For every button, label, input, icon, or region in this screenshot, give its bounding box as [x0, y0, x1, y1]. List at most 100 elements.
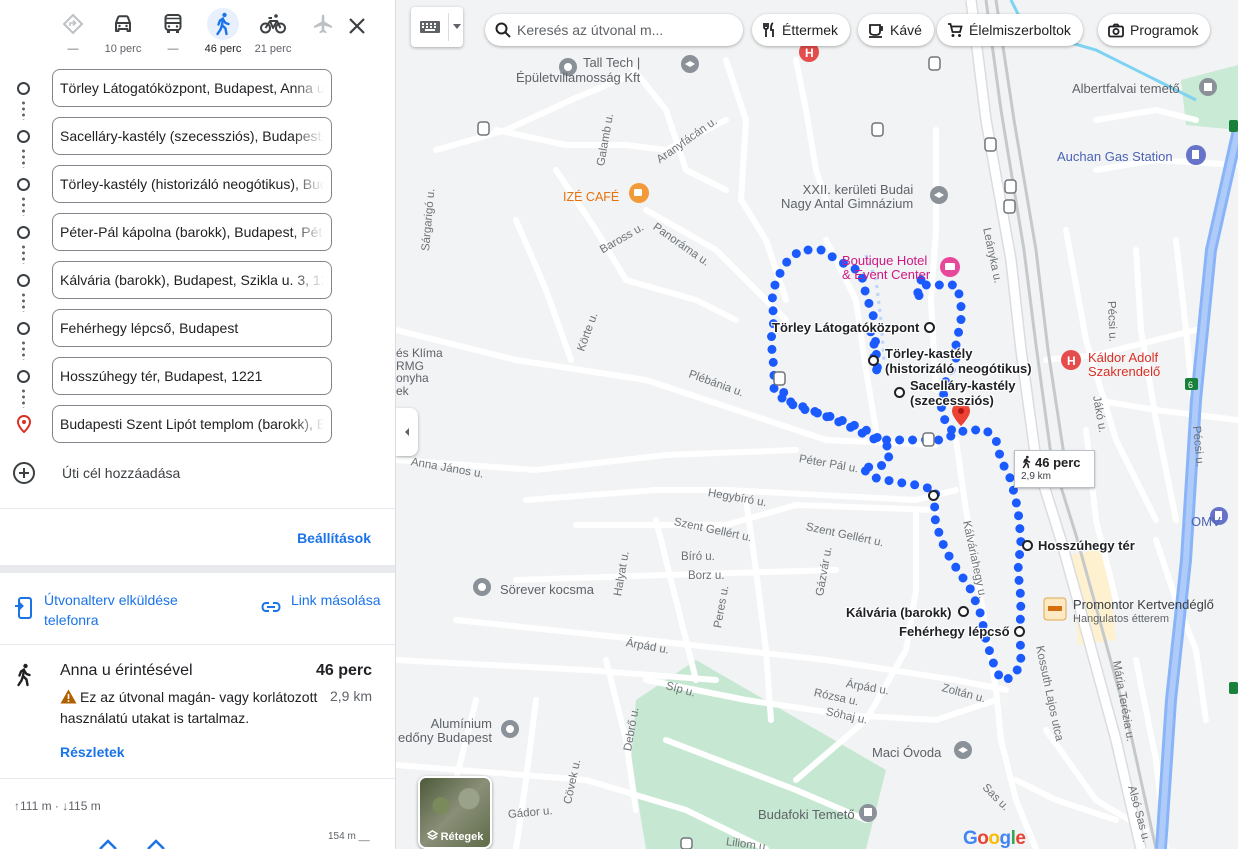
mode-walking[interactable]: 46 perc [198, 8, 248, 55]
poi-label: Maci Óvoda [872, 745, 942, 760]
route-warning-text: Ez az útvonal magán- vagy korlátozott ha… [60, 689, 318, 726]
details-link[interactable]: Részletek [60, 744, 125, 760]
diamond-route-icon [57, 8, 89, 40]
poi-label: Budafoki Temető [758, 807, 855, 822]
svg-text:H: H [805, 46, 814, 60]
mode-transit[interactable]: — [148, 8, 198, 55]
chip-things-to-do[interactable]: Programok [1098, 14, 1211, 46]
waypoint-row: Péter-Pál kápolna (barokk), Budapest, Pé… [0, 212, 395, 264]
chip-coffee[interactable]: Kávé [858, 14, 934, 46]
link-icon [261, 602, 281, 612]
travel-mode-bar: — 10 perc — 46 perc 21 perc [48, 8, 373, 58]
elevation-summary: ↑111 m · ↓115 m [14, 799, 101, 813]
settings-link[interactable]: Beállítások [297, 530, 371, 546]
waypoint-row: Fehérhegy lépcső, Budapest [0, 308, 395, 360]
waypoint-marker[interactable] [924, 322, 935, 333]
waypoint-marker[interactable] [1022, 540, 1033, 551]
waypoint-marker[interactable] [958, 606, 969, 617]
route-time-callout[interactable]: 46 perc 2,9 km [1014, 450, 1095, 488]
warning-icon [60, 689, 77, 704]
street-label: Pécsi u. [1105, 300, 1119, 343]
waypoint-label: Hosszúhegy tér [1038, 538, 1135, 553]
waypoint-circle-icon [17, 322, 30, 335]
waypoint-circle-icon [17, 370, 30, 383]
close-icon[interactable] [345, 14, 369, 38]
mode-cycling[interactable]: 21 perc [248, 8, 298, 55]
waypoint-input[interactable]: Hosszúhegy tér, Budapest, 1221 [52, 357, 332, 395]
coffee-icon [869, 24, 883, 38]
directions-panel: — 10 perc — 46 perc 21 perc Törley Látog… [0, 0, 396, 849]
copy-link-button[interactable]: Link másolása [260, 590, 381, 618]
waypoint-marker[interactable] [868, 355, 879, 366]
map-base-layer: H H 6 [396, 0, 1238, 849]
search-input[interactable] [517, 22, 717, 38]
google-logo: Google [963, 828, 1026, 849]
cart-icon [948, 23, 963, 37]
elevation-chart [99, 839, 165, 849]
search-along-route[interactable] [485, 14, 743, 46]
mode-driving[interactable]: 10 perc [98, 8, 148, 55]
input-tools-button[interactable] [411, 7, 463, 47]
waypoint-label: Sacelláry-kastély (szecessziós) [910, 378, 1016, 408]
divider [0, 778, 395, 779]
search-icon [495, 22, 511, 38]
chip-restaurants[interactable]: Éttermek [752, 14, 851, 46]
waypoint-circle-icon [17, 274, 30, 287]
camera-icon [1108, 23, 1124, 37]
svg-text:H: H [1067, 354, 1076, 368]
poi-label: és Klíma RMG onyha ek [396, 346, 443, 398]
car-icon [107, 8, 139, 40]
keyboard-icon [420, 21, 440, 33]
mode-walking-time: 46 perc [204, 43, 242, 55]
copy-link-label: Link másolása [291, 592, 381, 608]
poi-label: XXII. kerületi Budai Nagy Antal Gimnáziu… [781, 182, 914, 211]
waypoint-input[interactable]: Kálvária (barokk), Budapest, Szikla u. 3… [52, 261, 332, 299]
poi-label: Promontor Kertvendéglő [1073, 597, 1214, 612]
divider [0, 508, 395, 509]
waypoint-row: Kálvária (barokk), Budapest, Szikla u. 3… [0, 260, 395, 312]
send-to-phone-label: Útvonalterv elküldése telefonra [44, 592, 178, 628]
destination-pin-icon [16, 414, 32, 438]
layers-button[interactable]: Rétegek [418, 776, 492, 849]
poi-label: Sörever kocsma [500, 582, 594, 597]
section-separator [0, 565, 395, 573]
waypoint-marker[interactable] [1014, 626, 1025, 637]
add-destination-label: Úti cél hozzáadása [62, 465, 181, 481]
poi-label: IZÉ CAFÉ [563, 190, 620, 204]
waypoint-row: Sacelláry-kastély (szecessziós), Budapes… [0, 116, 395, 168]
poi-label: Auchan Gas Station [1057, 149, 1173, 164]
waypoint-circle-icon [17, 226, 30, 239]
waypoint-label: Törley-kastély (historizáló neogótikus) [885, 346, 1032, 376]
map-canvas[interactable]: H H 6 Galamb u. Aranyfácán u. Sárgarigó … [396, 0, 1238, 849]
chevron-left-icon [405, 428, 409, 436]
poi-label: Káldor Adolf Szakrendelő [1088, 350, 1161, 379]
waypoint-input[interactable]: Törley-kastély (historizáló neogótikus),… [52, 165, 332, 203]
waypoint-row: Törley Látogatóközpont, Budapest, Anna u… [0, 68, 395, 120]
waypoint-input[interactable]: Fehérhegy lépcső, Budapest [52, 309, 332, 347]
street-label: Borz u. [688, 570, 725, 582]
add-destination-button[interactable]: Úti cél hozzáadása [12, 461, 180, 485]
waypoint-input[interactable]: Törley Látogatóközpont, Budapest, Anna u… [52, 69, 332, 107]
walk-icon [1022, 455, 1031, 469]
chip-groceries[interactable]: Élelmiszerboltok [937, 14, 1083, 46]
poi-label: Boutique Hotel & Event Center [842, 253, 931, 282]
plane-icon [307, 8, 339, 40]
waypoint-marker[interactable] [928, 490, 939, 501]
send-to-phone-button[interactable]: Útvonalterv elküldése telefonra [14, 590, 214, 630]
collapse-panel-button[interactable] [396, 408, 418, 456]
callout-distance: 2,9 km [1021, 471, 1052, 482]
mode-flights[interactable] [298, 8, 348, 40]
waypoint-input[interactable]: Sacelláry-kastély (szecessziós), Budapes… [52, 117, 332, 155]
mode-best[interactable]: — [48, 8, 98, 55]
mode-best-time: — [67, 43, 79, 55]
mode-transit-time: — [167, 43, 179, 55]
walk-icon [14, 663, 34, 692]
walk-icon [207, 8, 239, 40]
elevation-max-label: 154 m __ [328, 831, 370, 842]
street-label: Bíró u. [681, 551, 715, 563]
destination-input[interactable]: Budapesti Szent Lipót templom (barokk), … [52, 405, 332, 443]
layers-icon [426, 830, 439, 841]
waypoint-marker[interactable] [894, 387, 905, 398]
waypoint-input[interactable]: Péter-Pál kápolna (barokk), Budapest, Pé… [52, 213, 332, 251]
poi-label: OMV [1191, 514, 1221, 529]
